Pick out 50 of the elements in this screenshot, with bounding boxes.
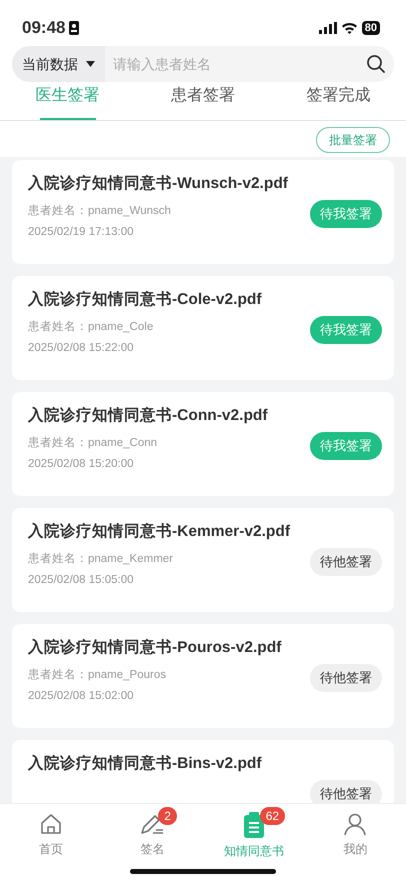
nav-tab[interactable]: 我的 <box>304 804 406 861</box>
count-badge: 62 <box>260 807 286 825</box>
status-tag: 待他签署 <box>310 664 382 692</box>
clock-time: 09:48 <box>22 17 66 40</box>
search-icon[interactable] <box>366 54 386 74</box>
document-title: 入院诊疗知情同意书-Wunsch-v2.pdf <box>28 174 289 194</box>
document-card[interactable]: 入院诊疗知情同意书-Kemmer-v2.pdf 患者姓名：pname_Kemmer 2025/02/08 15:05:00 待他签署 <box>12 508 394 612</box>
nav-tab[interactable]: 签名 2 <box>102 804 203 861</box>
document-title: 入院诊疗知情同意书-Cole-v2.pdf <box>28 290 263 310</box>
document-card[interactable]: 入院诊疗知情同意书-Pouros-v2.pdf 患者姓名：pname_Pouros 2025/02/08 15:02:00 待他签署 <box>12 624 394 728</box>
document-title: 入院诊疗知情同意书-Bins-v2.pdf <box>28 754 263 774</box>
document-time: 2025/02/08 15:02:00 <box>28 690 135 704</box>
tab-underline <box>40 118 96 120</box>
pen-icon <box>139 812 166 836</box>
patient-name: 患者姓名：pname_Cole <box>28 320 154 334</box>
patient-name: 患者姓名：pname_Conn <box>28 436 158 450</box>
document-title: 入院诊疗知情同意书-Kemmer-v2.pdf <box>28 522 291 542</box>
status-tag: 待他签署 <box>310 548 382 576</box>
status-tag: 待我签署 <box>310 200 382 228</box>
person-icon <box>343 812 368 836</box>
wifi-icon <box>340 22 358 34</box>
scope-dropdown[interactable]: 当前数据 <box>12 46 105 82</box>
document-time: 2025/02/08 15:20:00 <box>28 458 135 472</box>
tab[interactable]: 签署完成 <box>270 86 406 120</box>
document-card[interactable]: 入院诊疗知情同意书-Wunsch-v2.pdf 患者姓名：pname_Wunsch 2025/02/19 17:13:00 待我签署 <box>12 160 394 264</box>
status-tag: 待我签署 <box>310 316 382 344</box>
patient-name: 患者姓名：pname_Kemmer <box>28 552 174 566</box>
document-title: 入院诊疗知情同意书-Pouros-v2.pdf <box>28 638 282 658</box>
patient-name: 患者姓名：pname_Wunsch <box>28 204 172 218</box>
search-field[interactable]: 当前数据 请输入患者姓名 <box>12 46 394 82</box>
battery-level: 80 <box>362 21 380 35</box>
status-tag: 待他签署 <box>310 780 382 803</box>
status-tag: 待我签署 <box>310 432 382 460</box>
home-icon <box>38 812 63 836</box>
document-time: 2025/02/19 17:13:00 <box>28 226 135 240</box>
patient-name: 患者姓名：pname_Pouros <box>28 668 167 682</box>
document-card[interactable]: 入院诊疗知情同意书-Conn-v2.pdf 患者姓名：pname_Conn 2025/02/08 15:20:00 待我签署 <box>12 392 394 496</box>
contact-card-icon <box>69 21 80 35</box>
document-card[interactable]: 入院诊疗知情同意书-Bins-v2.pdf 待他签署 <box>12 740 394 803</box>
signal-icon <box>318 22 337 34</box>
document-title: 入院诊疗知情同意书-Conn-v2.pdf <box>28 406 269 426</box>
document-time: 2025/02/08 15:05:00 <box>28 574 135 588</box>
tab[interactable]: 患者签署 <box>135 86 271 120</box>
caret-icon <box>86 61 95 67</box>
document-time: 2025/02/08 15:22:00 <box>28 342 135 356</box>
nav-tab[interactable]: 首页 <box>0 804 102 861</box>
nav-tab[interactable]: 知情同意书 62 <box>203 804 304 861</box>
count-badge: 2 <box>158 807 177 825</box>
clipboard-icon <box>242 812 265 838</box>
document-card[interactable]: 入院诊疗知情同意书-Cole-v2.pdf 患者姓名：pname_Cole 2025/02/08 15:22:00 待我签署 <box>12 276 394 380</box>
